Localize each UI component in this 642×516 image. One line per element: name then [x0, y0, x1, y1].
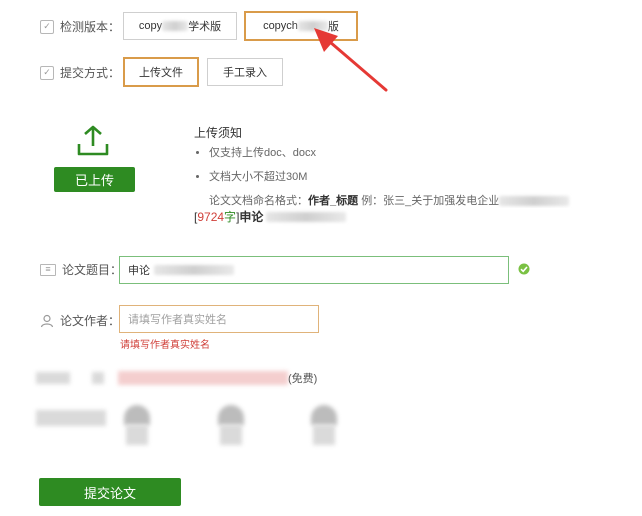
upload-note-item: 仅支持上传doc、docx [209, 144, 642, 160]
word-count: 9724 [197, 209, 225, 224]
uploaded-file-name: 申论 [239, 210, 264, 224]
detect-version-label: 检测版本： [60, 20, 121, 34]
submit-method-row: ✓ 提交方式： [40, 64, 120, 81]
version-option-academic-label-start: copy [138, 20, 163, 32]
naming-format-bold: 作者_标题 [308, 195, 359, 207]
word-unit: 字 [224, 210, 237, 224]
upload-note-item: 文档大小不超过30M [209, 168, 642, 184]
paper-title-input[interactable]: 申论 [119, 256, 509, 284]
version-option-academic[interactable]: copy 学术版 [123, 12, 237, 40]
upload-note-item: 论文文档命名格式：作者_标题 例：张三_关于加强发电企业 [209, 192, 642, 208]
version-option-academic-label-end: 学术版 [188, 21, 222, 33]
red-arrow-annotation [314, 28, 388, 92]
method-manual-input[interactable]: 手工录入 [207, 58, 283, 86]
check-square-icon: ✓ [40, 19, 54, 34]
blurred-avatar-option[interactable] [124, 405, 150, 445]
uploaded-file-info: [9724 字] 申论 [194, 208, 347, 225]
version-option-selected-label-start: copych [263, 20, 298, 32]
method-manual-input-label: 手工录入 [223, 67, 267, 79]
blurred-avatar-option[interactable] [311, 405, 337, 445]
paper-author-placeholder: 请填写作者真实姓名 [128, 314, 227, 326]
valid-check-icon [518, 263, 530, 275]
method-upload-file[interactable]: 上传文件 [123, 57, 199, 87]
upload-icon [77, 125, 109, 156]
author-error-message: 请填写作者真实姓名 [120, 340, 210, 351]
paper-author-row: 论文作者： [40, 312, 120, 329]
upload-notes-list: 仅支持上传doc、docx 文档大小不超过30M 论文文档命名格式：作者_标题 … [194, 144, 642, 216]
user-icon [40, 314, 54, 327]
uploaded-button[interactable]: 已上传 [54, 167, 135, 192]
card-icon: ≡ [40, 263, 56, 276]
paper-author-label: 论文作者： [60, 314, 121, 328]
paper-title-value: 申论 [128, 265, 150, 277]
blurred-text [154, 265, 234, 275]
blurred-option-row: (免费) [36, 368, 436, 388]
blurred-avatar-option[interactable] [218, 405, 244, 445]
upload-notes-title: 上传须知 [194, 126, 243, 140]
check-square-icon: ✓ [40, 65, 54, 80]
submit-paper-button[interactable]: 提交论文 [39, 478, 181, 506]
blurred-text [499, 196, 570, 207]
naming-format-prefix: 论文文档命名格式： [209, 195, 308, 207]
method-upload-file-label: 上传文件 [139, 67, 183, 79]
paper-author-input[interactable]: 请填写作者真实姓名 [119, 305, 319, 333]
blurred-text [162, 21, 189, 31]
blurred-label [36, 410, 106, 426]
detect-version-row: ✓ 检测版本： [40, 18, 120, 35]
submit-method-label: 提交方式： [60, 66, 121, 80]
blurred-text [266, 211, 347, 222]
paper-title-label: 论文题目： [62, 263, 123, 277]
paper-title-row: ≡ 论文题目： [40, 261, 122, 278]
naming-format-example: 例：张三_关于加强发电企业 [361, 195, 500, 207]
free-hint: (免费) [288, 373, 318, 385]
